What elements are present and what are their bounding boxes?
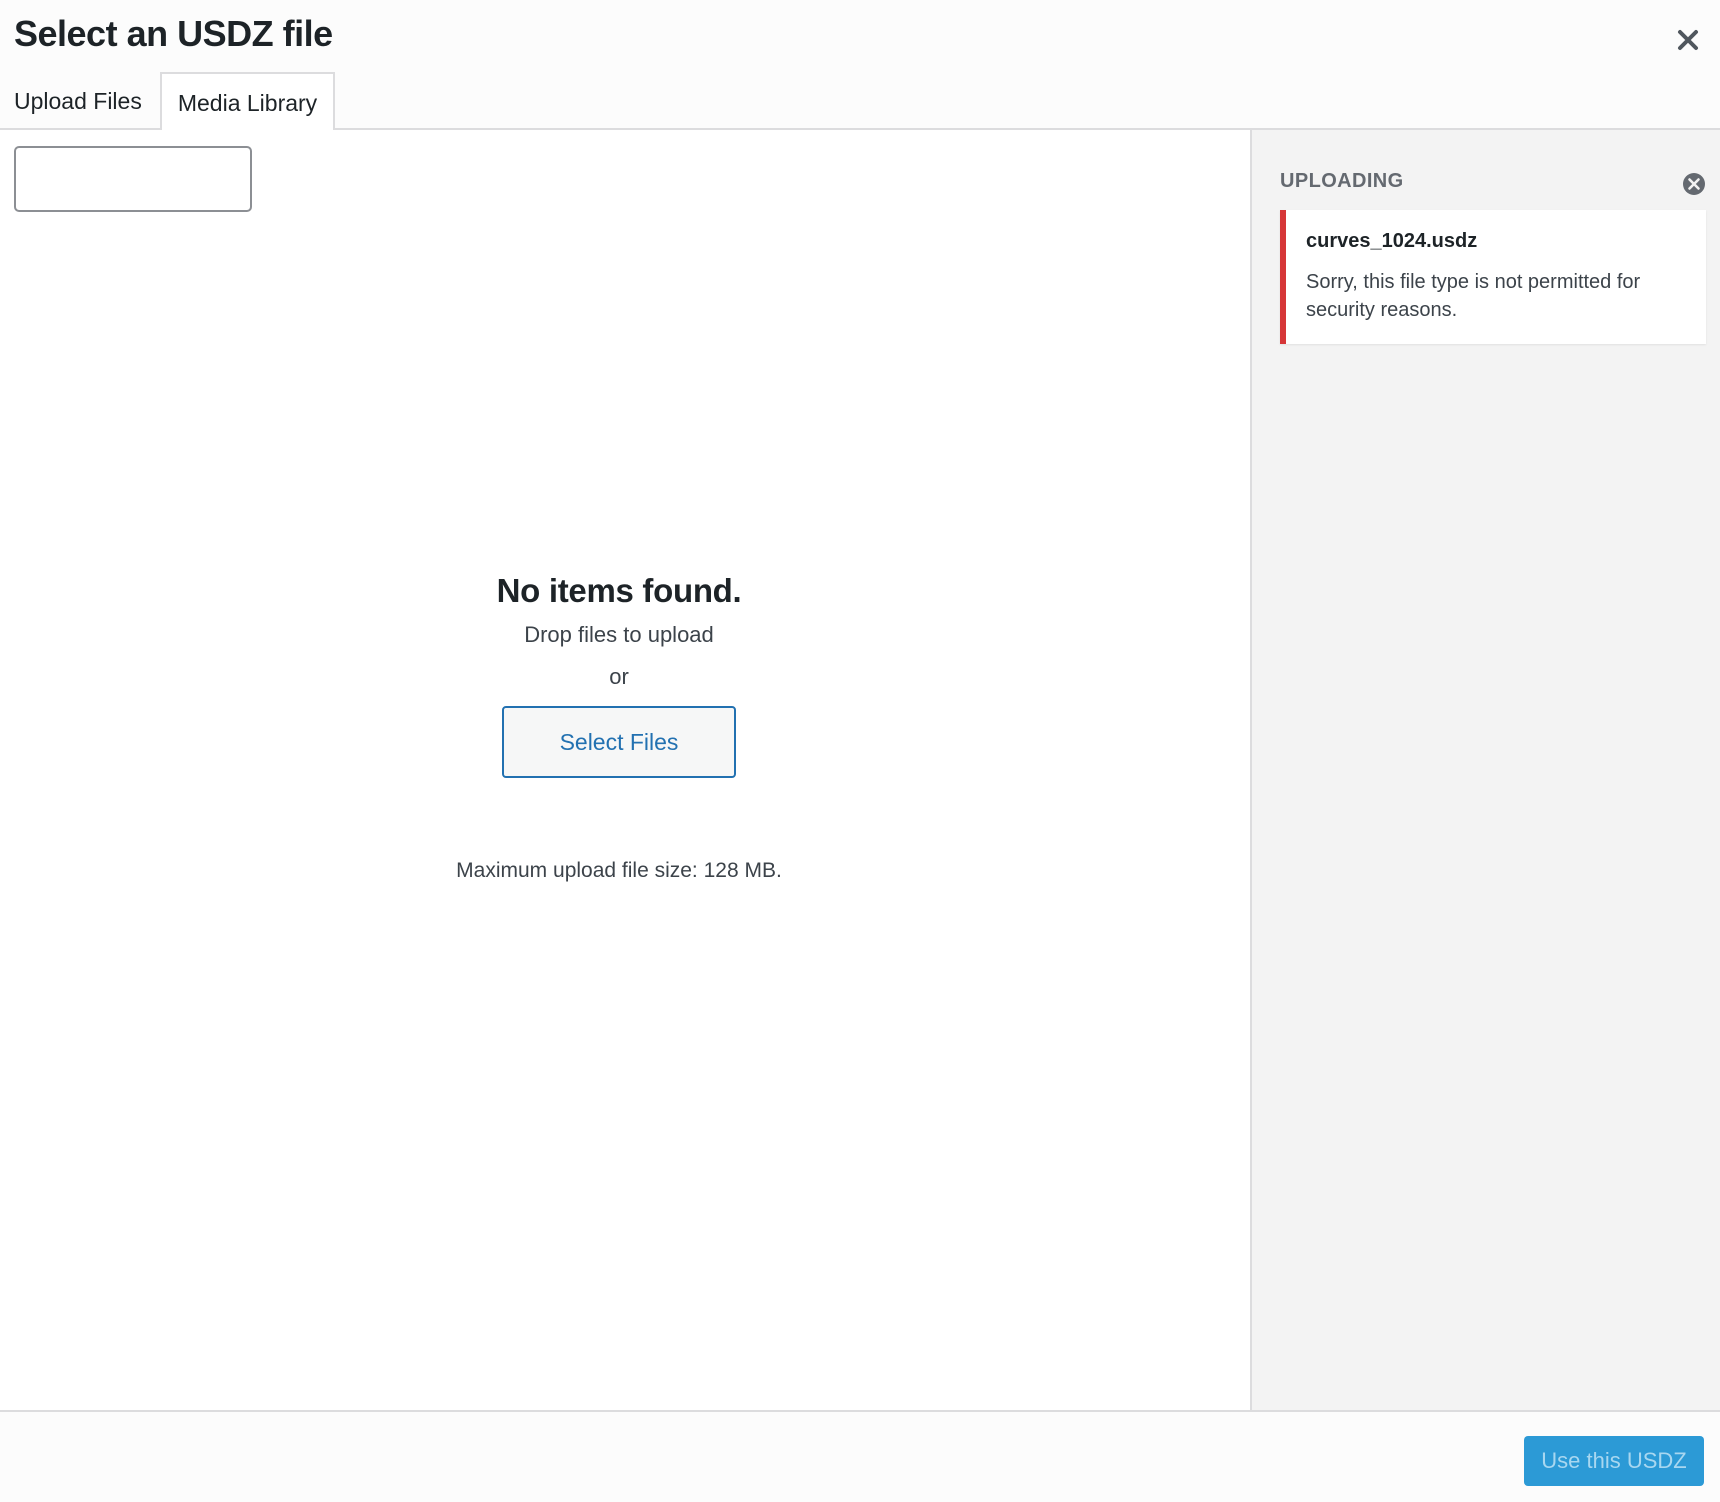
media-content: No items found. Drop files to upload or … [0,130,1250,1410]
close-button[interactable] [1666,18,1710,62]
media-modal: Select an USDZ file Upload Files Media L… [0,0,1720,1502]
modal-header: Select an USDZ file Upload Files Media L… [0,0,1720,132]
tab-media-library[interactable]: Media Library [159,72,336,132]
or-text: or [609,664,629,689]
modal-tabs: Upload Files Media Library [0,72,336,132]
modal-title: Select an USDZ file [14,13,333,54]
close-icon [1678,30,1698,50]
max-upload-size-text: Maximum upload file size: 128 MB. [456,859,782,882]
error-filename: curves_1024.usdz [1306,230,1478,252]
dismiss-circle-icon[interactable] [1682,172,1706,196]
empty-state: No items found. Drop files to upload or … [0,570,1238,886]
uploading-heading: UPLOADING [1280,170,1404,192]
upload-sidebar: UPLOADING curves_1024.usdz Sorry, this f… [1250,130,1720,1410]
error-message: Sorry, this file type is not permitted f… [1306,271,1641,321]
tab-upload-files[interactable]: Upload Files [0,72,158,130]
drop-files-text: Drop files to upload [524,622,714,647]
select-files-button[interactable]: Select Files [502,706,736,778]
use-this-usdz-button[interactable]: Use this USDZ [1524,1436,1704,1486]
search-input[interactable] [14,146,252,212]
no-items-title: No items found. [496,572,742,609]
upload-error-card: curves_1024.usdz Sorry, this file type i… [1280,210,1706,344]
modal-footer: Use this USDZ [0,1410,1720,1502]
